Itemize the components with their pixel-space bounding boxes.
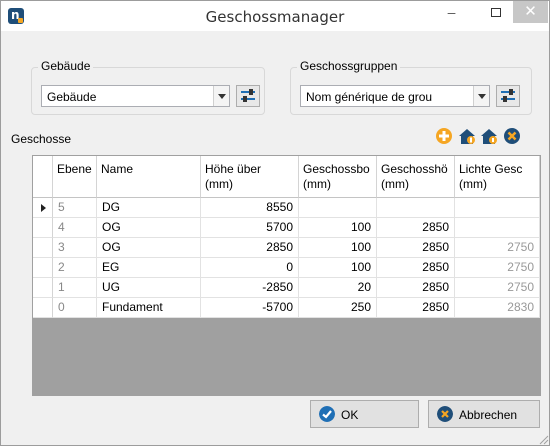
cell-hoehe[interactable]: 2850 (201, 238, 299, 258)
gebaeude-select[interactable]: Gebäude (41, 85, 230, 107)
gebaeude-selected-value: Gebäude (47, 90, 97, 104)
chevron-down-icon[interactable] (473, 86, 489, 106)
cancel-button-label: Abbrechen (459, 408, 518, 422)
row-selector[interactable] (33, 218, 53, 238)
sliders-icon (241, 89, 255, 102)
cell-level[interactable]: 3 (53, 238, 97, 258)
row-selector[interactable] (33, 278, 53, 298)
ok-button-label: OK (341, 408, 359, 422)
cell-lichte[interactable]: 2750 (455, 258, 540, 278)
row-selector[interactable] (33, 258, 53, 278)
check-icon (319, 406, 335, 422)
cancel-button[interactable]: Abbrechen (428, 400, 540, 428)
row-selector[interactable] (33, 238, 53, 258)
cell-lichte[interactable] (455, 218, 540, 238)
cell-name[interactable]: OG (97, 238, 201, 258)
cell-geschosshoehe[interactable]: 2850 (377, 258, 455, 278)
cell-lichte[interactable]: 2750 (455, 278, 540, 298)
table-row[interactable]: 0 Fundament -5700 250 2850 2830 (33, 298, 540, 318)
row-selector[interactable] (33, 298, 53, 318)
cell-hoehe[interactable]: 0 (201, 258, 299, 278)
cell-level[interactable]: 0 (53, 298, 97, 318)
column-header-geschosshoehe[interactable]: Geschosshö (mm) (377, 156, 455, 198)
column-header-name[interactable]: Name (97, 156, 201, 198)
cell-geschosshoehe[interactable]: 2850 (377, 218, 455, 238)
insert-floor-above-icon[interactable] (458, 127, 476, 145)
cell-boden[interactable]: 100 (299, 218, 377, 238)
cell-hoehe[interactable]: -2850 (201, 278, 299, 298)
sliders-icon (501, 89, 515, 102)
cell-name[interactable]: EG (97, 258, 201, 278)
title-bar[interactable]: n Geschossmanager – ✕ (1, 1, 549, 31)
table-row[interactable]: 2 EG 0 100 2850 2750 (33, 258, 540, 278)
column-header-hoehe[interactable]: Höhe über (mm) (201, 156, 299, 198)
cell-boden[interactable] (299, 198, 377, 218)
gebaeude-settings-button[interactable] (236, 85, 260, 107)
table-row[interactable]: 4 OG 5700 100 2850 (33, 218, 540, 238)
cell-level[interactable]: 5 (53, 198, 97, 218)
cell-lichte[interactable]: 2830 (455, 298, 540, 318)
table-row[interactable]: 3 OG 2850 100 2850 2750 (33, 238, 540, 258)
table-row[interactable]: 5 DG 8550 (33, 198, 540, 218)
chevron-down-icon[interactable] (213, 86, 229, 106)
cell-level[interactable]: 4 (53, 218, 97, 238)
maximize-icon (490, 8, 501, 17)
column-header-ebene[interactable]: Ebene (53, 156, 97, 198)
insert-floor-below-icon[interactable] (480, 127, 498, 145)
cell-name[interactable]: OG (97, 218, 201, 238)
ok-button[interactable]: OK (310, 400, 419, 428)
geschossgruppen-settings-button[interactable] (496, 85, 520, 107)
cell-level[interactable]: 1 (53, 278, 97, 298)
cell-boden[interactable]: 100 (299, 258, 377, 278)
cell-lichte[interactable] (455, 198, 540, 218)
cell-geschosshoehe[interactable]: 2850 (377, 298, 455, 318)
current-row-icon (41, 204, 46, 212)
geschosse-table[interactable]: Ebene Name Höhe über (mm) Geschossbo (mm… (32, 155, 541, 396)
table-row[interactable]: 1 UG -2850 20 2850 2750 (33, 278, 540, 298)
cancel-icon (437, 406, 453, 422)
cell-boden[interactable]: 250 (299, 298, 377, 318)
minimize-button[interactable]: – (429, 1, 474, 23)
gebaeude-label: Gebäude (38, 59, 94, 73)
geschossgruppen-select[interactable]: Nom générique de grou (300, 85, 490, 107)
maximize-button[interactable] (473, 1, 518, 23)
add-floor-icon[interactable] (435, 127, 453, 145)
cell-geschosshoehe[interactable] (377, 198, 455, 218)
cell-hoehe[interactable]: 8550 (201, 198, 299, 218)
close-button[interactable]: ✕ (513, 1, 548, 23)
geschossgruppen-selected-value: Nom générique de grou (306, 90, 433, 104)
cell-geschosshoehe[interactable]: 2850 (377, 238, 455, 258)
cell-name[interactable]: DG (97, 198, 201, 218)
geschossgruppen-label: Geschossgruppen (297, 59, 401, 73)
cell-hoehe[interactable]: 5700 (201, 218, 299, 238)
resize-grip-icon[interactable] (537, 433, 549, 445)
cell-level[interactable]: 2 (53, 258, 97, 278)
row-header-corner (33, 156, 53, 198)
cell-lichte[interactable]: 2750 (455, 238, 540, 258)
cell-boden[interactable]: 100 (299, 238, 377, 258)
row-selector[interactable] (33, 198, 53, 218)
delete-floor-icon[interactable] (503, 127, 521, 145)
column-header-lichte-geschosshoehe[interactable]: Lichte Gesc (mm) (455, 156, 540, 198)
cell-boden[interactable]: 20 (299, 278, 377, 298)
geschosse-label: Geschosse (11, 132, 72, 146)
column-header-geschossboden[interactable]: Geschossbo (mm) (299, 156, 377, 198)
geschossmanager-window: n Geschossmanager – ✕ Gebäude Gebäude Ge… (0, 0, 550, 446)
cell-hoehe[interactable]: -5700 (201, 298, 299, 318)
cell-name[interactable]: UG (97, 278, 201, 298)
cell-geschosshoehe[interactable]: 2850 (377, 278, 455, 298)
cell-name[interactable]: Fundament (97, 298, 201, 318)
